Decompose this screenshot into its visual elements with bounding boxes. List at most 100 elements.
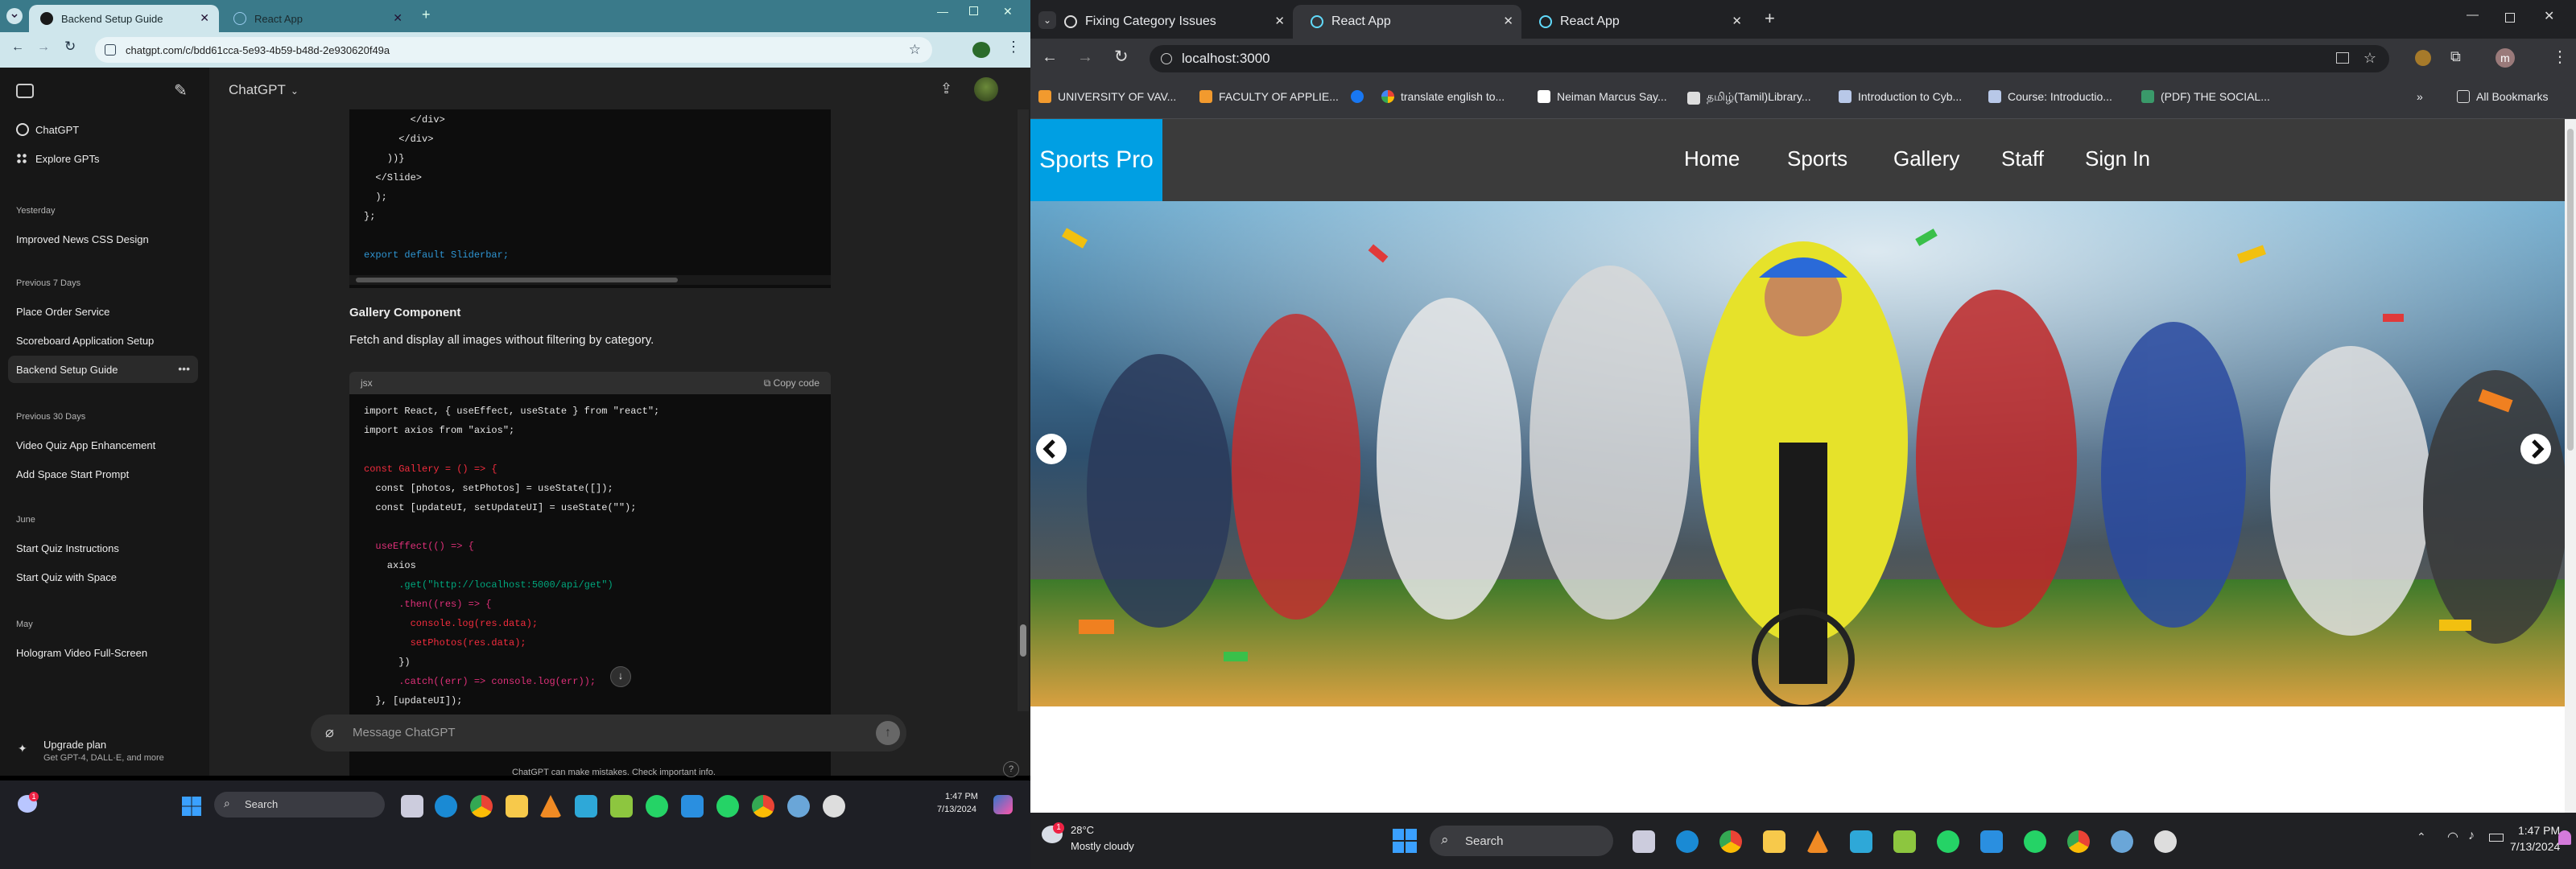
- scroll-down-icon[interactable]: ↓: [610, 666, 631, 687]
- android-icon[interactable]: [1893, 830, 1916, 853]
- horizontal-scrollbar[interactable]: [349, 275, 831, 285]
- new-chat-icon[interactable]: ✎: [174, 80, 188, 101]
- bookmark-item[interactable]: Course: Introductio...: [1988, 90, 2112, 103]
- back-icon[interactable]: ←: [11, 40, 24, 55]
- scrollbar-thumb[interactable]: [1020, 624, 1026, 657]
- site-brand-logo[interactable]: Sports Pro: [1030, 119, 1162, 201]
- whatsapp-icon[interactable]: [646, 795, 668, 818]
- whatsapp-icon[interactable]: [716, 795, 739, 818]
- bookmark-item[interactable]: translate english to...: [1381, 90, 1505, 103]
- clock-time[interactable]: 1:47 PM: [2518, 824, 2560, 837]
- chat-item[interactable]: Add Space Start Prompt: [8, 460, 198, 488]
- clock-date[interactable]: 7/13/2024: [2510, 840, 2560, 853]
- minimize-icon[interactable]: —: [937, 5, 948, 18]
- battery-icon[interactable]: [2489, 834, 2504, 842]
- bookmark-star-icon[interactable]: ☆: [2363, 50, 2376, 67]
- sidebar-item-explore-gpts[interactable]: Explore GPTs: [8, 145, 198, 172]
- install-app-icon[interactable]: [2336, 52, 2349, 64]
- chat-item[interactable]: Start Quiz with Space: [8, 563, 198, 591]
- edge-icon[interactable]: [1676, 830, 1699, 853]
- minimize-icon[interactable]: —: [2467, 8, 2479, 22]
- hidden-icons-chevron-icon[interactable]: ⌃: [2417, 830, 2426, 844]
- vlc-icon[interactable]: [1806, 830, 1829, 853]
- restore-icon[interactable]: [969, 6, 978, 15]
- close-window-icon[interactable]: ✕: [1003, 5, 1013, 19]
- nav-link-sign-in[interactable]: Sign In: [2085, 146, 2150, 171]
- taskbar-search[interactable]: ⌕ Search: [214, 792, 385, 818]
- menu-dots-icon[interactable]: ⋮: [2552, 47, 2568, 67]
- chrome-icon[interactable]: [470, 795, 493, 818]
- file-explorer-icon[interactable]: [506, 795, 528, 818]
- bookmark-item[interactable]: FACULTY OF APPLIE...: [1199, 90, 1339, 103]
- copilot-icon[interactable]: [993, 795, 1013, 814]
- nav-link-staff[interactable]: Staff: [2001, 146, 2044, 171]
- vlc-icon[interactable]: [539, 795, 562, 818]
- monitor-icon[interactable]: [1850, 830, 1872, 853]
- vscode-icon[interactable]: [1980, 830, 2003, 853]
- message-composer[interactable]: ⌀ Message ChatGPT ↑: [311, 715, 906, 752]
- chat-item[interactable]: Video Quiz App Enhancement: [8, 431, 198, 459]
- reload-icon[interactable]: ↻: [64, 39, 76, 55]
- edge-icon[interactable]: [435, 795, 457, 818]
- monitor-icon[interactable]: [575, 795, 597, 818]
- more-options-icon[interactable]: •••: [178, 362, 190, 375]
- profile-avatar[interactable]: m: [2496, 48, 2515, 68]
- close-tab-icon[interactable]: ✕: [393, 11, 402, 25]
- tab-react-app[interactable]: React App ✕: [222, 5, 412, 32]
- nav-link-sports[interactable]: Sports: [1787, 146, 1847, 171]
- whatsapp-icon[interactable]: [2024, 830, 2046, 853]
- site-info-icon[interactable]: [105, 44, 116, 56]
- sidebar-item-chatgpt[interactable]: ChatGPT: [8, 116, 198, 143]
- bookmark-item[interactable]: Introduction to Cyb...: [1839, 90, 1962, 103]
- help-icon[interactable]: ?: [1003, 761, 1019, 777]
- settings-icon[interactable]: [787, 795, 810, 818]
- file-explorer-icon[interactable]: [1763, 830, 1785, 853]
- wifi-icon[interactable]: ◠: [2447, 829, 2458, 845]
- nav-link-home[interactable]: Home: [1684, 146, 1740, 171]
- chat-item[interactable]: Start Quiz Instructions: [8, 534, 198, 562]
- url-field[interactable]: localhost:3000 ☆: [1150, 45, 2389, 72]
- whatsapp-icon[interactable]: [1937, 830, 1959, 853]
- scrollbar-thumb[interactable]: [356, 278, 678, 282]
- extension-icon[interactable]: [972, 42, 990, 58]
- close-tab-icon[interactable]: ✕: [1503, 14, 1513, 28]
- bookmark-item[interactable]: [1351, 90, 1370, 103]
- chat-item-active[interactable]: Backend Setup Guide •••: [8, 356, 198, 383]
- tab-react-app[interactable]: React App ✕: [1521, 5, 1750, 39]
- android-icon[interactable]: [610, 795, 633, 818]
- message-input[interactable]: Message ChatGPT: [353, 726, 456, 739]
- copy-code-button[interactable]: ⧉ Copy code: [764, 377, 819, 389]
- forward-icon[interactable]: →: [1077, 48, 1093, 67]
- nav-link-gallery[interactable]: Gallery: [1893, 146, 1959, 171]
- bookmark-item[interactable]: UNIVERSITY OF VAV...: [1038, 90, 1176, 103]
- site-scrollbar[interactable]: [2565, 119, 2576, 813]
- new-tab-icon[interactable]: +: [1765, 8, 1775, 29]
- task-view-icon[interactable]: [1633, 830, 1655, 853]
- obs-icon[interactable]: [2154, 830, 2177, 853]
- page-scrollbar[interactable]: [1018, 109, 1029, 711]
- tab-backend-setup-guide[interactable]: Backend Setup Guide ✕: [29, 5, 219, 32]
- site-info-icon[interactable]: [1161, 53, 1172, 64]
- scrollbar-thumb[interactable]: [2567, 129, 2574, 451]
- clock-time[interactable]: 1:47 PM: [945, 792, 978, 801]
- upgrade-plan-button[interactable]: ✦ Upgrade plan Get GPT-4, DALL·E, and mo…: [8, 735, 198, 768]
- reload-icon[interactable]: ↻: [1114, 47, 1129, 67]
- more-bookmarks-icon[interactable]: »: [2417, 90, 2423, 103]
- obs-icon[interactable]: [823, 795, 845, 818]
- chat-item[interactable]: Place Order Service: [8, 298, 198, 325]
- extension-icon[interactable]: [2415, 50, 2431, 66]
- prev-slide-arrow-icon[interactable]: [1035, 433, 1067, 465]
- clock-date[interactable]: 7/13/2024: [937, 805, 976, 814]
- start-windows-icon[interactable]: [182, 797, 201, 816]
- next-slide-arrow-icon[interactable]: [2520, 433, 2552, 465]
- avatar[interactable]: [974, 77, 998, 101]
- back-icon[interactable]: ←: [1042, 48, 1058, 67]
- sidebar-toggle-icon[interactable]: [16, 84, 34, 98]
- send-button[interactable]: ↑: [876, 721, 900, 745]
- forward-icon[interactable]: →: [37, 40, 50, 55]
- share-icon[interactable]: ⇪: [940, 80, 952, 97]
- tab-react-app-active[interactable]: React App ✕: [1293, 5, 1521, 39]
- task-view-icon[interactable]: [401, 795, 423, 818]
- chrome-icon[interactable]: [2067, 830, 2090, 853]
- chat-item[interactable]: Hologram Video Full-Screen: [8, 639, 198, 666]
